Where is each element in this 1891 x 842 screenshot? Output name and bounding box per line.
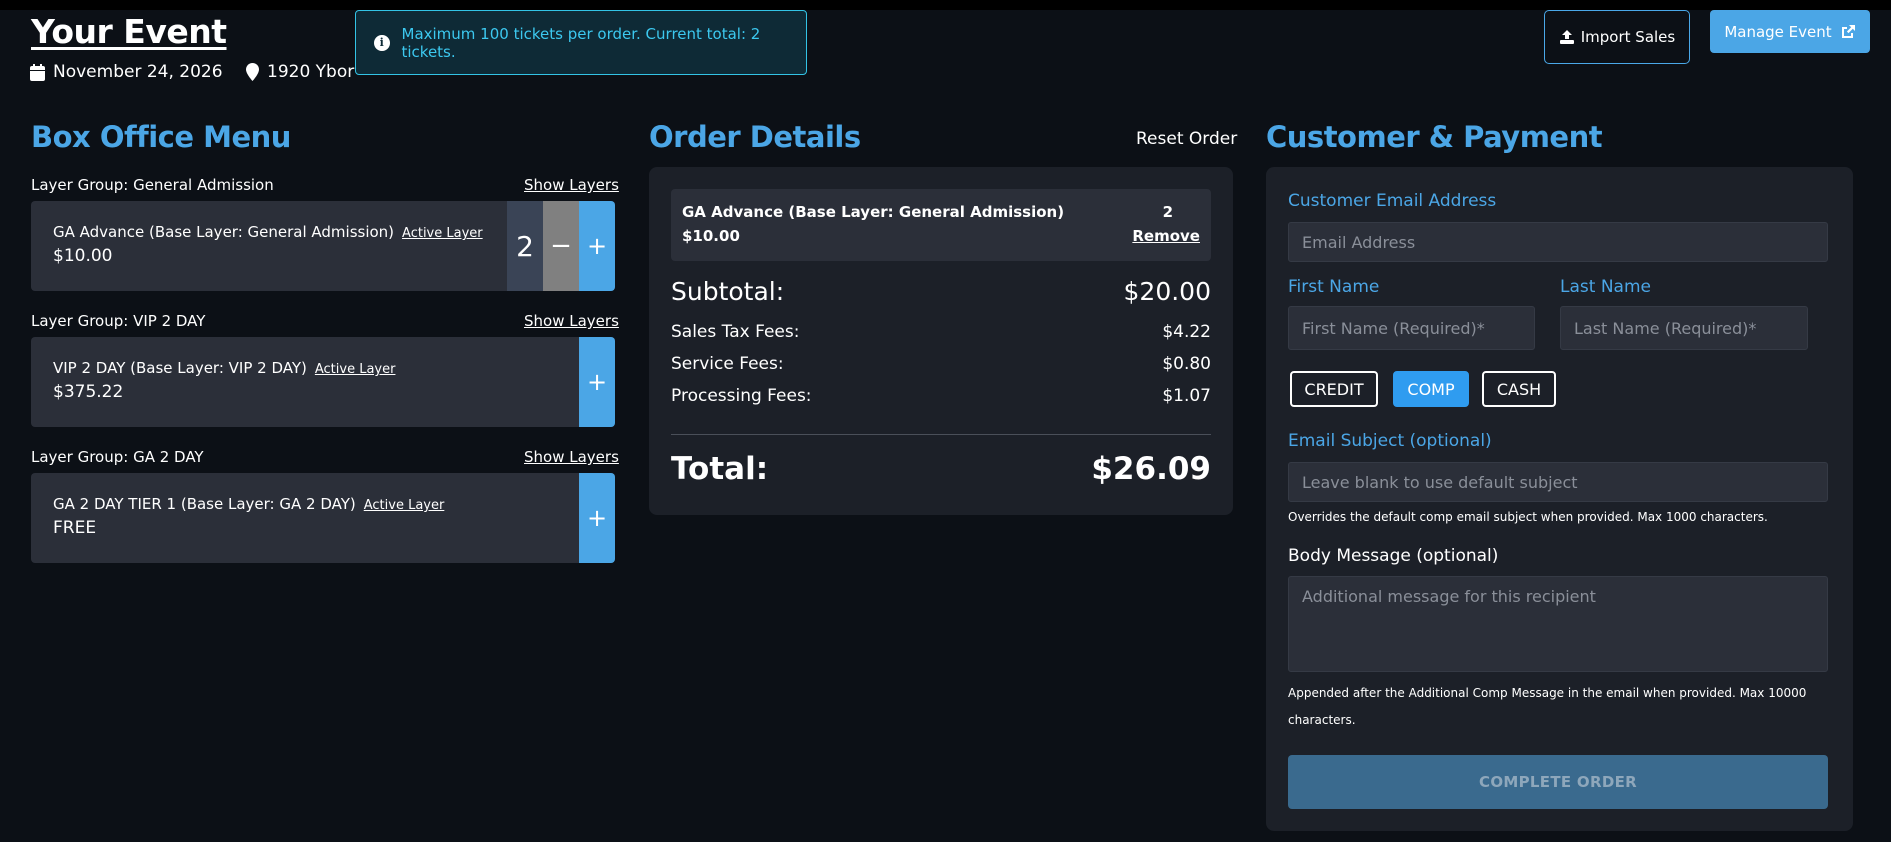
ticket-name: GA 2 DAY TIER 1 (Base Layer: GA 2 DAY) Ac…	[53, 495, 444, 513]
service-fee-label: Service Fees:	[671, 354, 784, 374]
subtotal-row: Subtotal: $20.00	[671, 277, 1211, 306]
calendar-icon	[30, 63, 45, 81]
decrement-button[interactable]: −	[543, 201, 579, 291]
map-pin-icon	[246, 63, 259, 81]
upload-icon	[1559, 30, 1574, 44]
active-layer-link[interactable]: Active Layer	[315, 362, 396, 377]
customer-panel: Customer Email Address Email Address Fir…	[1266, 167, 1853, 831]
ticket-price: $10.00	[53, 246, 113, 266]
subtotal-label: Subtotal:	[671, 277, 785, 306]
processing-fee-label: Processing Fees:	[671, 386, 812, 406]
ticket-card: GA Advance (Base Layer: General Admissio…	[31, 201, 615, 291]
top-bar	[0, 0, 1891, 10]
increment-button[interactable]: +	[579, 201, 615, 291]
processing-fee-value: $1.07	[1162, 386, 1211, 406]
ticket-name: VIP 2 DAY (Base Layer: VIP 2 DAY) Active …	[53, 359, 395, 377]
last-name-label: Last Name	[1560, 277, 1651, 297]
service-fee-value: $0.80	[1162, 354, 1211, 374]
sales-tax-label: Sales Tax Fees:	[671, 322, 800, 342]
email-subject-label: Email Subject (optional)	[1288, 431, 1492, 451]
order-item-price: $10.00	[682, 227, 740, 245]
layer-group-label: Layer Group: General Admission	[31, 176, 274, 194]
complete-order-button[interactable]: COMPLETE ORDER	[1288, 755, 1828, 809]
total-value: $26.09	[1091, 451, 1211, 487]
credit-payment-button[interactable]: CREDIT	[1290, 371, 1378, 407]
active-layer-link[interactable]: Active Layer	[402, 226, 483, 241]
total-label: Total:	[671, 451, 769, 487]
ticket-name-text: GA Advance (Base Layer: General Admissio…	[53, 223, 395, 241]
sales-tax-row: Sales Tax Fees: $4.22	[671, 322, 1211, 342]
last-name-input[interactable]: Last Name (Required)*	[1560, 306, 1808, 350]
ticket-quantity: 2	[507, 201, 543, 291]
import-sales-button[interactable]: Import Sales	[1544, 10, 1690, 64]
ticket-limit-alert: i Maximum 100 tickets per order. Current…	[355, 10, 807, 75]
event-date: November 24, 2026	[30, 62, 223, 82]
layer-group-label: Layer Group: VIP 2 DAY	[31, 312, 206, 330]
first-name-input[interactable]: First Name (Required)*	[1288, 306, 1535, 350]
order-item-quantity: 2	[1162, 203, 1173, 221]
event-date-text: November 24, 2026	[53, 62, 223, 82]
comp-payment-button[interactable]: COMP	[1393, 371, 1469, 407]
sales-tax-value: $4.22	[1162, 322, 1211, 342]
total-row: Total: $26.09	[671, 451, 1211, 487]
ticket-name-text: GA 2 DAY TIER 1 (Base Layer: GA 2 DAY)	[53, 495, 356, 513]
remove-item-button[interactable]: Remove	[1132, 227, 1200, 245]
body-message-label: Body Message (optional)	[1288, 546, 1499, 566]
order-divider	[671, 434, 1211, 435]
import-sales-label: Import Sales	[1580, 28, 1676, 46]
layer-group-label: Layer Group: GA 2 DAY	[31, 448, 204, 466]
email-label: Customer Email Address	[1288, 191, 1497, 211]
email-input[interactable]: Email Address	[1288, 222, 1828, 262]
show-layers-link[interactable]: Show Layers	[524, 176, 619, 194]
body-message-hint: Appended after the Additional Comp Messa…	[1288, 686, 1807, 727]
show-layers-link[interactable]: Show Layers	[524, 448, 619, 466]
processing-fee-row: Processing Fees: $1.07	[671, 386, 1211, 406]
ticket-price: $375.22	[53, 382, 124, 402]
box-office-title: Box Office Menu	[31, 120, 291, 154]
event-venue: 1920 Ybor	[246, 62, 354, 82]
order-item-name: GA Advance (Base Layer: General Admissio…	[682, 203, 1065, 221]
ticket-card: VIP 2 DAY (Base Layer: VIP 2 DAY) Active …	[31, 337, 615, 427]
increment-button[interactable]: +	[579, 473, 615, 563]
order-details-title: Order Details	[649, 120, 861, 154]
order-panel: GA Advance (Base Layer: General Admissio…	[649, 167, 1233, 515]
reset-order-button[interactable]: Reset Order	[1136, 129, 1237, 149]
ticket-name: GA Advance (Base Layer: General Admissio…	[53, 223, 483, 241]
cash-payment-button[interactable]: CASH	[1482, 371, 1556, 407]
body-message-textarea[interactable]: Additional message for this recipient	[1288, 576, 1828, 672]
subtotal-value: $20.00	[1123, 277, 1211, 306]
alert-text: Maximum 100 tickets per order. Current t…	[401, 24, 761, 61]
external-link-icon	[1841, 24, 1855, 38]
show-layers-link[interactable]: Show Layers	[524, 312, 619, 330]
customer-payment-title: Customer & Payment	[1266, 120, 1603, 154]
info-icon: i	[374, 34, 390, 51]
email-subject-hint: Overrides the default comp email subject…	[1288, 510, 1768, 524]
event-venue-text: 1920 Ybor	[267, 62, 355, 82]
ticket-card: GA 2 DAY TIER 1 (Base Layer: GA 2 DAY) Ac…	[31, 473, 615, 563]
manage-event-label: Manage Event	[1724, 22, 1832, 41]
increment-button[interactable]: +	[579, 337, 615, 427]
email-subject-input[interactable]: Leave blank to use default subject	[1288, 462, 1828, 502]
ticket-name-text: VIP 2 DAY (Base Layer: VIP 2 DAY)	[53, 359, 307, 377]
active-layer-link[interactable]: Active Layer	[364, 498, 445, 513]
event-title[interactable]: Your Event	[31, 12, 227, 51]
first-name-label: First Name	[1288, 277, 1380, 297]
ticket-price: FREE	[53, 518, 97, 538]
manage-event-button[interactable]: Manage Event	[1710, 10, 1870, 53]
service-fee-row: Service Fees: $0.80	[671, 354, 1211, 374]
order-line-item: GA Advance (Base Layer: General Admissio…	[671, 189, 1211, 261]
